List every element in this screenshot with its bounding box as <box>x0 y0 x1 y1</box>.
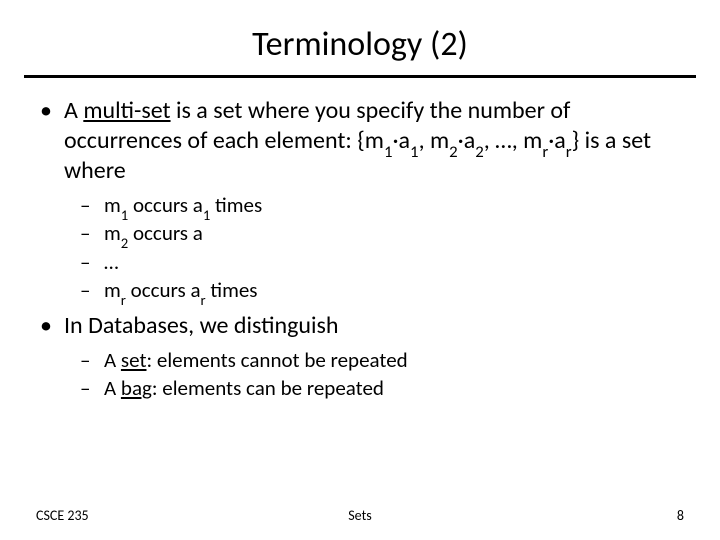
slide-title: Terminology (2) <box>0 0 720 75</box>
text: A <box>64 96 83 125</box>
text: occurs a <box>128 192 203 218</box>
list-item: A set: elements cannot be repeated <box>78 347 684 373</box>
text: In Databases, we distinguish <box>64 311 339 340</box>
text: ·a <box>392 126 410 155</box>
slide-footer: CSCE 235 Sets 8 <box>0 507 720 524</box>
subscript: r <box>121 291 126 309</box>
list-item: A bag: elements can be repeated <box>78 375 684 401</box>
text: : elements can be repeated <box>152 375 384 401</box>
text: m <box>104 192 121 218</box>
bullet-multiset: A multi-set is a set where you specify t… <box>36 96 684 303</box>
text: occurs a <box>128 220 203 246</box>
text: A <box>104 375 121 401</box>
subscript: 1 <box>410 141 419 162</box>
title-rule <box>24 75 696 78</box>
bullet-list: A multi-set is a set where you specify t… <box>36 96 684 402</box>
footer-topic: Sets <box>36 507 684 524</box>
text: times <box>210 192 262 218</box>
sublist-multiset: m1 occurs a1 times m2 occurs a … mr occu… <box>78 192 684 303</box>
list-item: m2 occurs a <box>78 220 684 246</box>
bullet-databases: In Databases, we distinguish A set: elem… <box>36 311 684 402</box>
subscript: r <box>566 141 572 162</box>
footer-course: CSCE 235 <box>36 507 89 524</box>
text: , m <box>419 126 450 155</box>
text: : elements cannot be repeated <box>147 347 408 373</box>
slide: Terminology (2) A multi-set is a set whe… <box>0 0 720 540</box>
list-item: mr occurs ar times <box>78 277 684 303</box>
subscript: r <box>201 291 206 309</box>
subscript: 2 <box>475 141 484 162</box>
list-item: m1 occurs a1 times <box>78 192 684 218</box>
term-set: set <box>121 347 147 373</box>
footer-page-number: 8 <box>677 507 684 524</box>
text: A <box>104 347 121 373</box>
text: … <box>104 249 119 275</box>
list-item: … <box>78 249 684 275</box>
text: ·a <box>458 126 476 155</box>
sublist-databases: A set: elements cannot be repeated A bag… <box>78 347 684 402</box>
text: m <box>104 277 121 303</box>
text: occurs a <box>126 277 201 303</box>
term-multiset: multi-set <box>83 96 170 125</box>
text: m <box>104 220 121 246</box>
subscript: 2 <box>449 141 458 162</box>
term-bag: bag <box>121 375 152 401</box>
text: , …, m <box>484 126 543 155</box>
text: times <box>206 277 258 303</box>
text: ·a <box>548 126 566 155</box>
subscript: 1 <box>384 141 393 162</box>
slide-body: A multi-set is a set where you specify t… <box>0 96 720 402</box>
subscript: r <box>542 141 548 162</box>
